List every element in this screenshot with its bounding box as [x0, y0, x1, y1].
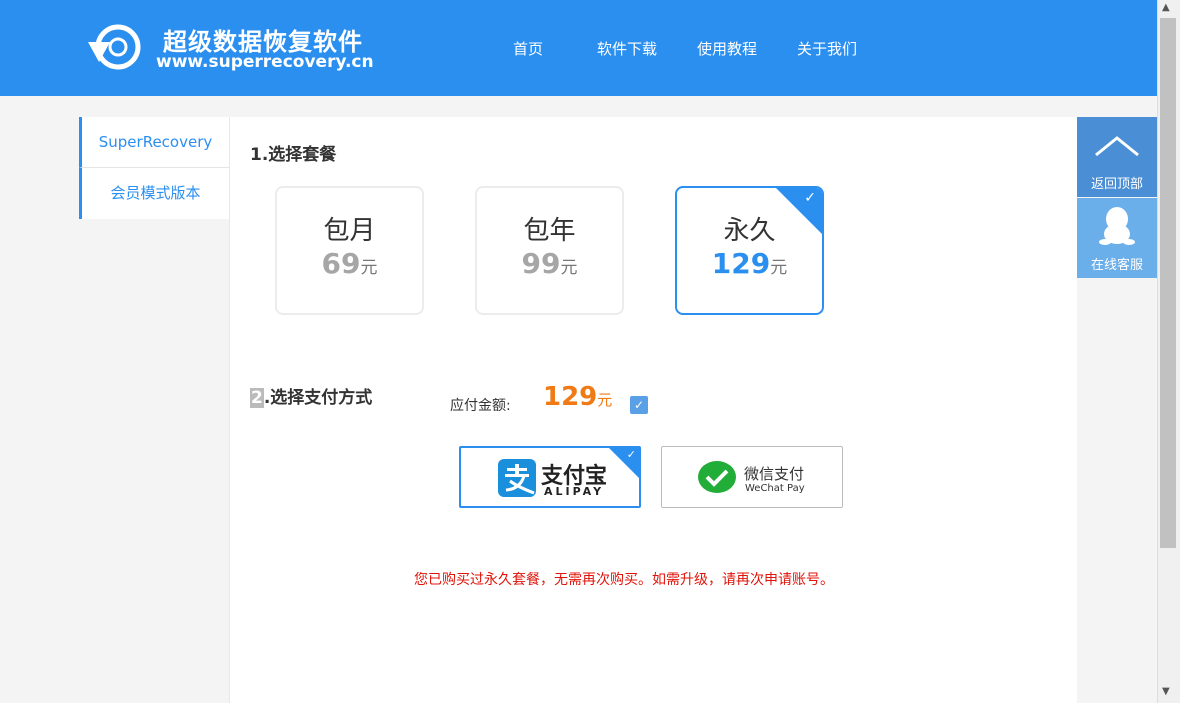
main-panel: 1.选择套餐 包月 69元 包年 99元 ✓ 永久 129元 2.选择支付方式 … [229, 117, 1077, 703]
online-service-button[interactable]: 在线客服 [1077, 198, 1157, 278]
nav-home[interactable]: 首页 [513, 38, 543, 59]
sidebar-item-superrecovery[interactable]: SuperRecovery [79, 117, 229, 168]
check-icon: ✓ [804, 190, 816, 206]
header-bar: 超级数据恢复软件 www.superrecovery.cn 首页 软件下载 使用… [0, 0, 1157, 96]
online-service-label: 在线客服 [1090, 258, 1143, 273]
scrollbar-thumb[interactable] [1160, 18, 1176, 548]
check-icon: ✓ [626, 448, 636, 461]
scroll-down-arrow-icon[interactable]: ▼ [1162, 686, 1170, 697]
wechat-pay-logo-icon [698, 461, 736, 493]
wechat-name-en: WeChat Pay [745, 483, 805, 494]
sidebar: SuperRecovery 会员模式版本 [79, 117, 229, 219]
payment-option-alipay[interactable]: ✓ 支付宝 ALIPAY [459, 446, 641, 508]
section-title-payment: 2.选择支付方式 [250, 388, 373, 408]
site-url[interactable]: www.superrecovery.cn [156, 52, 374, 72]
wechat-name-cn: 微信支付 [744, 465, 805, 483]
purchase-notice: 您已购买过永久套餐，无需再次购买。如需升级，请再次申请账号。 [414, 572, 834, 588]
nav-about[interactable]: 关于我们 [797, 38, 857, 59]
plan-name: 包年 [523, 216, 576, 246]
alipay-logo-icon [498, 459, 536, 497]
recovery-logo-icon[interactable] [88, 22, 144, 72]
amount-value: 129元 [543, 382, 613, 412]
qq-penguin-icon [1099, 207, 1135, 245]
plan-price: 69元 [321, 247, 378, 280]
section-title-plan: 1.选择套餐 [250, 145, 337, 165]
amount-checkbox[interactable]: ✓ [630, 396, 648, 414]
plan-name: 包月 [323, 216, 376, 246]
plan-card-lifetime[interactable]: ✓ 永久 129元 [675, 186, 824, 315]
amount-label: 应付金额: [450, 398, 511, 414]
plan-price: 99元 [521, 247, 578, 280]
nav-download[interactable]: 软件下载 [597, 38, 657, 59]
back-to-top-label: 返回顶部 [1090, 177, 1143, 192]
plan-price: 129元 [711, 247, 788, 280]
payment-option-wechat[interactable]: 微信支付 WeChat Pay [661, 446, 843, 508]
scroll-up-arrow-icon[interactable]: ▲ [1162, 2, 1170, 13]
nav-tutorial[interactable]: 使用教程 [697, 38, 757, 59]
page-scrollbar[interactable]: ▲ ▼ [1157, 0, 1180, 703]
back-to-top-button[interactable]: 返回顶部 [1077, 117, 1157, 197]
plan-card-monthly[interactable]: 包月 69元 [275, 186, 424, 315]
chevron-up-icon [1095, 136, 1139, 157]
sidebar-item-member-version[interactable]: 会员模式版本 [79, 168, 229, 219]
alipay-name-en: ALIPAY [544, 485, 605, 498]
plan-card-yearly[interactable]: 包年 99元 [475, 186, 624, 315]
